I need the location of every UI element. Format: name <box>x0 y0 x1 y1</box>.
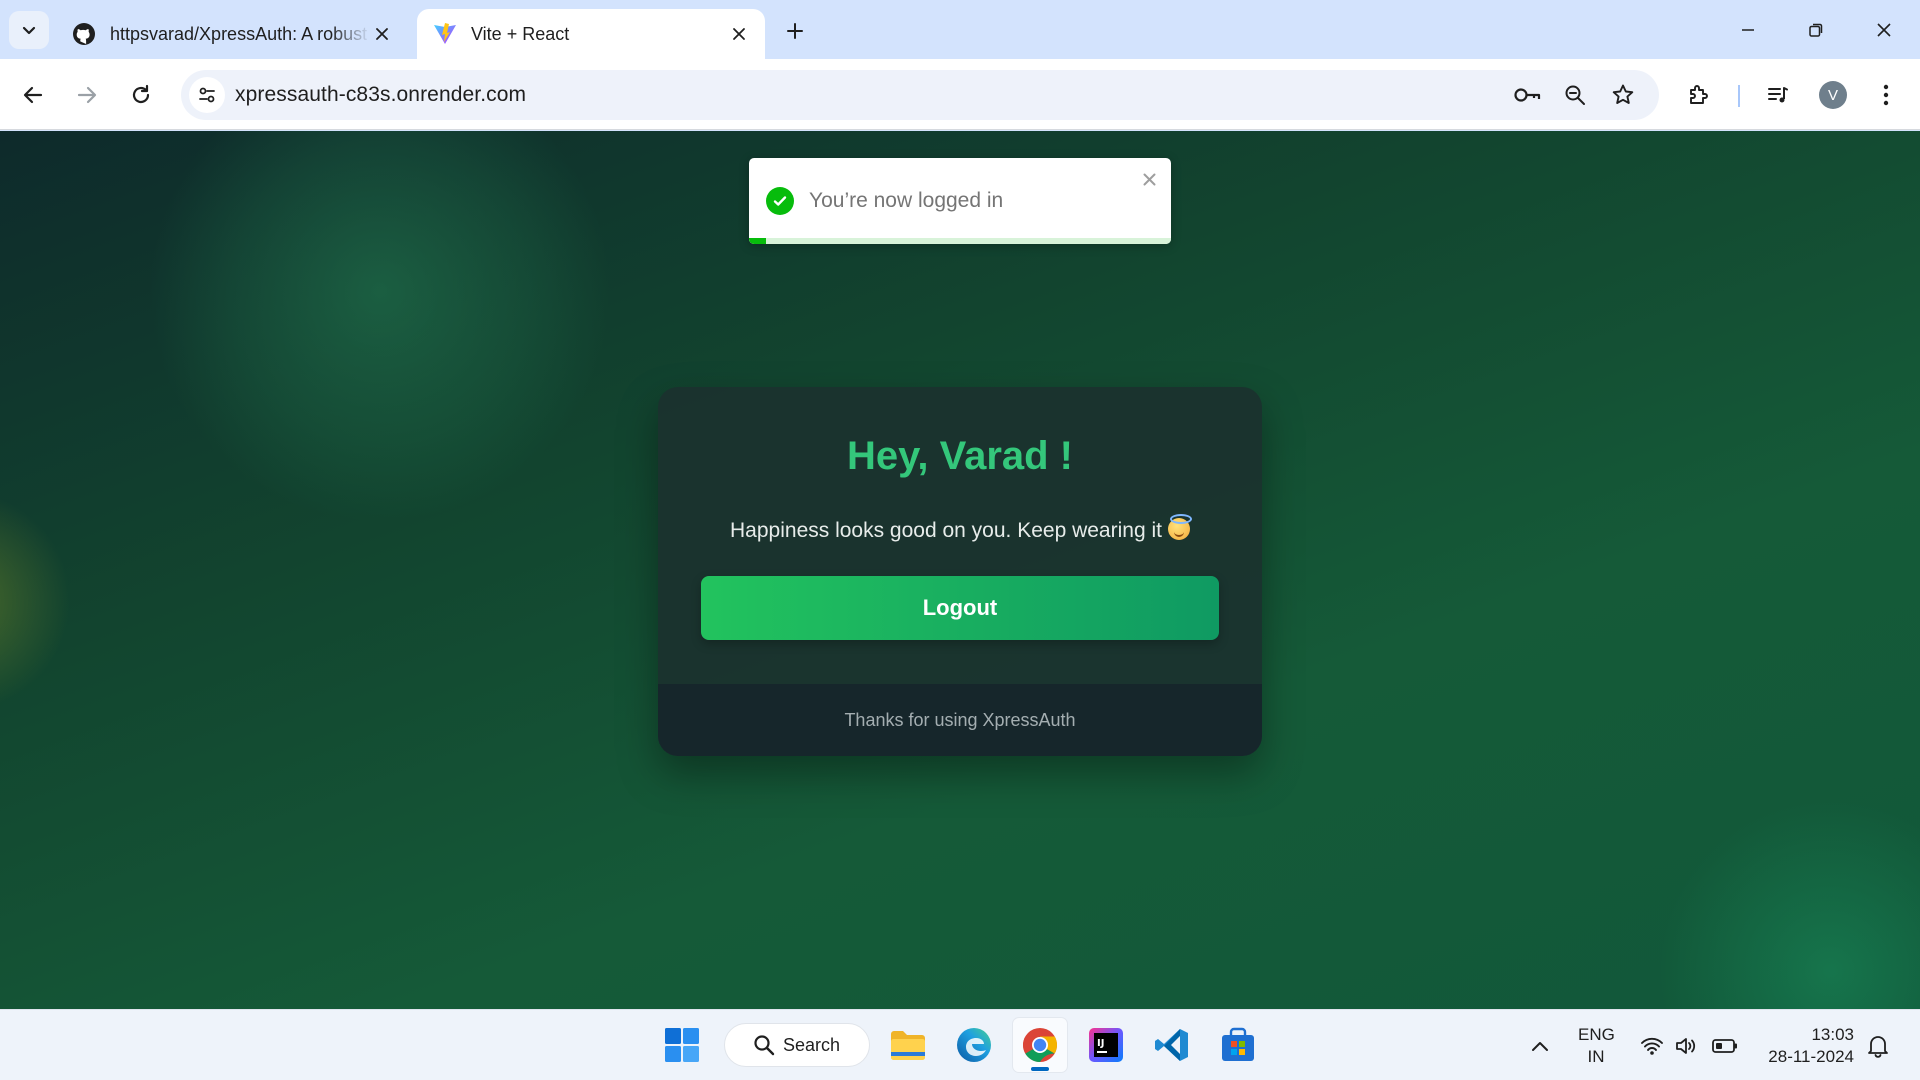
toast-message: You’re now logged in <box>809 189 1004 212</box>
language-indicator[interactable]: ENG IN <box>1578 1024 1615 1068</box>
toast-progress-track <box>749 238 1171 244</box>
clock-date: 28-11-2024 <box>1768 1047 1854 1066</box>
more-menu-icon[interactable] <box>1870 79 1902 111</box>
restore-button[interactable] <box>1782 0 1850 59</box>
media-controls-icon[interactable] <box>1762 79 1794 111</box>
tab-github[interactable]: httpsvarad/XpressAuth: A robust <box>56 9 408 59</box>
reload-icon <box>132 84 150 104</box>
taskbar-search-label: Search <box>783 1034 841 1055</box>
tab-title: httpsvarad/XpressAuth: A robust <box>110 23 368 44</box>
search-icon <box>754 1035 775 1056</box>
close-icon <box>1877 22 1891 37</box>
profile-avatar[interactable]: V <box>1819 81 1847 109</box>
microsoft-store-icon[interactable] <box>1211 1018 1265 1072</box>
svg-text:IJ: IJ <box>1097 1038 1104 1049</box>
extensions-icon[interactable] <box>1683 79 1715 111</box>
tab-vite-react[interactable]: Vite + React <box>417 9 765 59</box>
footer-text: Thanks for using XpressAuth <box>844 709 1076 730</box>
taskbar-search[interactable]: Search <box>724 1023 870 1067</box>
notification-bell-icon[interactable] <box>1865 1033 1891 1059</box>
plus-icon <box>787 23 803 39</box>
intellij-icon[interactable]: IJ <box>1079 1018 1133 1072</box>
tab-search-button[interactable] <box>9 11 49 49</box>
card-footer: Thanks for using XpressAuth <box>658 684 1262 756</box>
github-icon <box>72 22 96 46</box>
page-viewport: You’re now logged in Hey, Varad ! Happin… <box>0 131 1920 1009</box>
arrow-right-icon <box>77 86 97 104</box>
tab-strip: httpsvarad/XpressAuth: A robust Vite + R… <box>0 0 1920 59</box>
bookmark-star-icon[interactable] <box>1608 80 1638 110</box>
logout-button[interactable]: Logout <box>701 576 1219 640</box>
system-clock[interactable]: 13:03 28-11-2024 <box>1756 1024 1854 1068</box>
close-window-button[interactable] <box>1850 0 1918 59</box>
toolbar-divider <box>1738 85 1740 107</box>
tune-icon <box>199 87 215 103</box>
arrow-left-icon <box>23 86 43 104</box>
minimize-icon <box>1742 28 1754 31</box>
address-bar[interactable]: xpressauth-c83s.onrender.com <box>181 70 1659 120</box>
vite-icon <box>433 22 457 46</box>
toast-close-icon[interactable] <box>1140 170 1158 188</box>
file-explorer-icon[interactable] <box>881 1018 935 1072</box>
active-app-indicator <box>1031 1067 1049 1071</box>
greeting-heading: Hey, Varad ! <box>846 434 1074 478</box>
wifi-icon[interactable] <box>1639 1033 1665 1059</box>
success-toast[interactable]: You’re now logged in <box>749 158 1171 244</box>
tagline-text: Happiness looks good on you. Keep wearin… <box>658 514 1262 543</box>
tagline-label: Happiness looks good on you. Keep wearin… <box>730 519 1162 542</box>
new-tab-button[interactable] <box>778 14 812 48</box>
toast-progress-bar <box>749 238 766 244</box>
chrome-icon[interactable] <box>1013 1018 1067 1072</box>
check-circle-icon <box>766 187 794 215</box>
smiling-face-with-halo-icon <box>1167 514 1192 540</box>
region-code: IN <box>1587 1047 1605 1066</box>
welcome-card: Hey, Varad ! Happiness looks good on you… <box>658 387 1262 756</box>
windows-taskbar: Search IJ ENG IN 13:03 28-11-2024 <box>0 1009 1920 1080</box>
back-button[interactable] <box>13 75 53 115</box>
close-tab-icon[interactable] <box>727 22 751 46</box>
battery-icon[interactable] <box>1712 1033 1738 1059</box>
windows-start-icon[interactable] <box>655 1018 709 1072</box>
vscode-icon[interactable] <box>1145 1018 1199 1072</box>
language-code: ENG <box>1578 1025 1615 1044</box>
chevron-up-icon[interactable] <box>1527 1033 1553 1059</box>
reload-button[interactable] <box>121 75 161 115</box>
minimize-button[interactable] <box>1714 0 1782 59</box>
browser-toolbar: xpressauth-c83s.onrender.com V <box>0 59 1920 130</box>
restore-icon <box>1809 23 1823 37</box>
site-info-button[interactable] <box>189 77 225 113</box>
volume-icon[interactable] <box>1674 1033 1700 1059</box>
tab-title: Vite + React <box>471 23 570 44</box>
clock-time: 13:03 <box>1811 1025 1854 1044</box>
zoom-icon[interactable] <box>1560 80 1590 110</box>
close-tab-icon[interactable] <box>370 22 394 46</box>
url-text[interactable]: xpressauth-c83s.onrender.com <box>235 83 526 107</box>
edge-icon[interactable] <box>947 1018 1001 1072</box>
password-key-icon[interactable] <box>1512 80 1542 110</box>
chevron-down-icon <box>22 26 36 35</box>
forward-button[interactable] <box>67 75 107 115</box>
